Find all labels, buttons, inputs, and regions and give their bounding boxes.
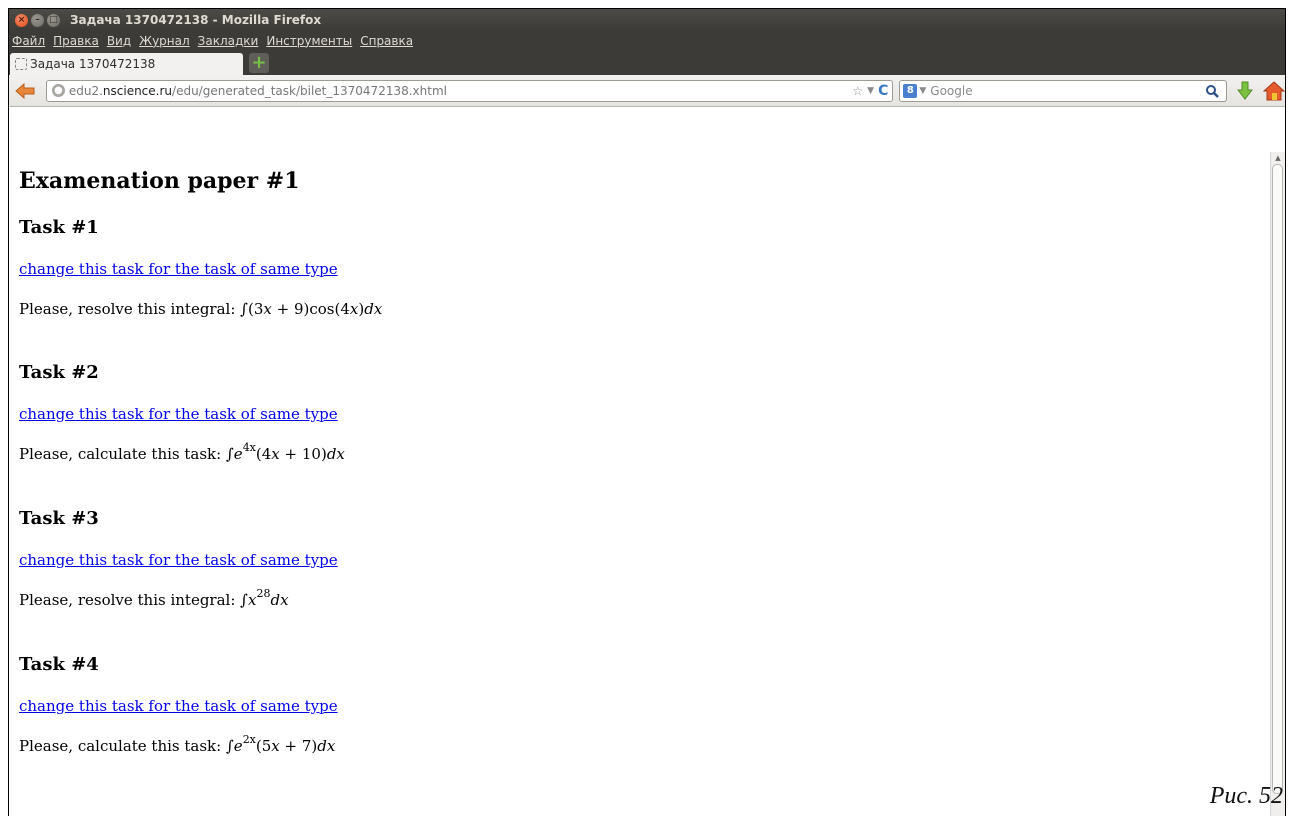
url-bar[interactable]: ● edu2. nscience.ru/edu/generated_task/bi… bbox=[45, 79, 894, 102]
task-prompt: Please, resolve this integral: bbox=[19, 300, 241, 318]
browser-window: × – □ Задача 1370472138 - Mozilla Firefo… bbox=[8, 8, 1286, 816]
url-prefix: edu2. bbox=[68, 83, 103, 98]
menu-edit[interactable]: Правка bbox=[53, 34, 99, 48]
new-tab-button[interactable]: + bbox=[249, 53, 269, 73]
tab-bar: Задача 1370472138 + bbox=[9, 51, 1285, 75]
task-heading: Task #1 bbox=[19, 217, 99, 238]
task-3: Task #3 change this task for the task of… bbox=[19, 508, 338, 609]
task-formula: ∫e4x(4x + 10)dx bbox=[225, 441, 345, 463]
vertical-scrollbar[interactable]: ▲ bbox=[1270, 152, 1285, 816]
history-dropdown-icon[interactable]: ▼ bbox=[867, 86, 874, 96]
navigation-toolbar: ● edu2. nscience.ru/edu/generated_task/bi… bbox=[9, 75, 1285, 107]
menu-history[interactable]: Журнал bbox=[139, 34, 190, 48]
search-placeholder: Google bbox=[930, 83, 973, 98]
change-task-link[interactable]: change this task for the task of same ty… bbox=[19, 551, 338, 569]
plus-icon: + bbox=[251, 52, 267, 73]
task-1: Task #1 change this task for the task of… bbox=[19, 217, 382, 318]
task-heading: Task #3 bbox=[19, 508, 99, 529]
page-heading: Examenation paper #1 bbox=[19, 168, 300, 194]
menu-tools[interactable]: Инструменты bbox=[266, 34, 352, 48]
task-statement: Please, calculate this task: ∫e4x(4x + 1… bbox=[19, 441, 345, 463]
downloads-button[interactable] bbox=[1233, 79, 1256, 103]
scroll-up-arrow-icon[interactable]: ▲ bbox=[1271, 152, 1285, 164]
back-button[interactable] bbox=[13, 79, 38, 103]
task-statement: Please, calculate this task: ∫e2x(5x + 7… bbox=[19, 733, 338, 755]
minimize-window-button[interactable]: – bbox=[31, 13, 44, 27]
home-button[interactable] bbox=[1262, 79, 1285, 103]
google-icon[interactable]: 8 bbox=[903, 83, 918, 98]
task-formula: ∫x28dx bbox=[240, 587, 289, 609]
search-magnifier-icon[interactable] bbox=[1204, 83, 1220, 99]
home-icon bbox=[1262, 80, 1285, 100]
reload-icon[interactable]: C bbox=[878, 83, 888, 99]
close-window-button[interactable]: × bbox=[15, 13, 28, 27]
search-engine-dropdown-icon[interactable]: ▼ bbox=[919, 86, 926, 96]
formula-exponent: 28 bbox=[256, 587, 271, 600]
url-domain: nscience.ru bbox=[102, 83, 173, 98]
menu-view[interactable]: Вид bbox=[107, 34, 131, 48]
task-prompt: Please, resolve this integral: bbox=[19, 591, 241, 609]
globe-icon: ● bbox=[51, 84, 65, 97]
task-statement: Please, resolve this integral: ∫x28dx bbox=[19, 587, 338, 609]
bookmark-star-icon[interactable]: ☆ bbox=[852, 84, 863, 98]
task-heading: Task #4 bbox=[19, 654, 99, 675]
url-path: /edu/generated_task/bilet_1370472138.xht… bbox=[172, 83, 447, 98]
back-arrow-icon bbox=[15, 82, 35, 99]
menu-help[interactable]: Справка bbox=[360, 34, 413, 48]
task-4: Task #4 change this task for the task of… bbox=[19, 654, 338, 755]
page-content: Examenation paper #1 Task #1 change this… bbox=[9, 152, 1271, 816]
menu-file[interactable]: Файл bbox=[12, 34, 45, 48]
figure-caption: Рис. 52 bbox=[1209, 783, 1283, 809]
task-formula: ∫(3x + 9)cos(4x)dx bbox=[240, 300, 383, 318]
task-statement: Please, resolve this integral: ∫(3x + 9)… bbox=[19, 300, 382, 318]
task-prompt: Please, calculate this task: bbox=[19, 737, 226, 755]
menu-bookmarks[interactable]: Закладки bbox=[198, 34, 259, 48]
window-title: Задача 1370472138 - Mozilla Firefox bbox=[70, 13, 322, 27]
search-bar[interactable]: 8 ▼ Google bbox=[899, 79, 1228, 102]
task-2: Task #2 change this task for the task of… bbox=[19, 362, 345, 463]
maximize-window-button[interactable]: □ bbox=[47, 13, 60, 27]
title-bar: × – □ Задача 1370472138 - Mozilla Firefo… bbox=[9, 9, 1285, 31]
url-bar-actions: ☆ ▼ C bbox=[852, 83, 888, 99]
task-formula: ∫e2x(5x + 7)dx bbox=[225, 733, 336, 755]
download-arrow-icon bbox=[1236, 81, 1253, 100]
change-task-link[interactable]: change this task for the task of same ty… bbox=[19, 260, 382, 278]
scrollbar-thumb[interactable] bbox=[1272, 164, 1283, 794]
tab-label: Задача 1370472138 bbox=[30, 57, 156, 71]
formula-exponent: 2x bbox=[242, 733, 256, 746]
tab-active[interactable]: Задача 1370472138 bbox=[10, 53, 243, 75]
menu-bar: Файл Правка Вид Журнал Закладки Инструме… bbox=[9, 31, 1285, 51]
change-task-link[interactable]: change this task for the task of same ty… bbox=[19, 697, 338, 715]
change-task-link[interactable]: change this task for the task of same ty… bbox=[19, 405, 345, 423]
task-prompt: Please, calculate this task: bbox=[19, 445, 226, 463]
page-icon bbox=[15, 58, 27, 70]
formula-exponent: 4x bbox=[242, 441, 256, 454]
task-heading: Task #2 bbox=[19, 362, 99, 383]
